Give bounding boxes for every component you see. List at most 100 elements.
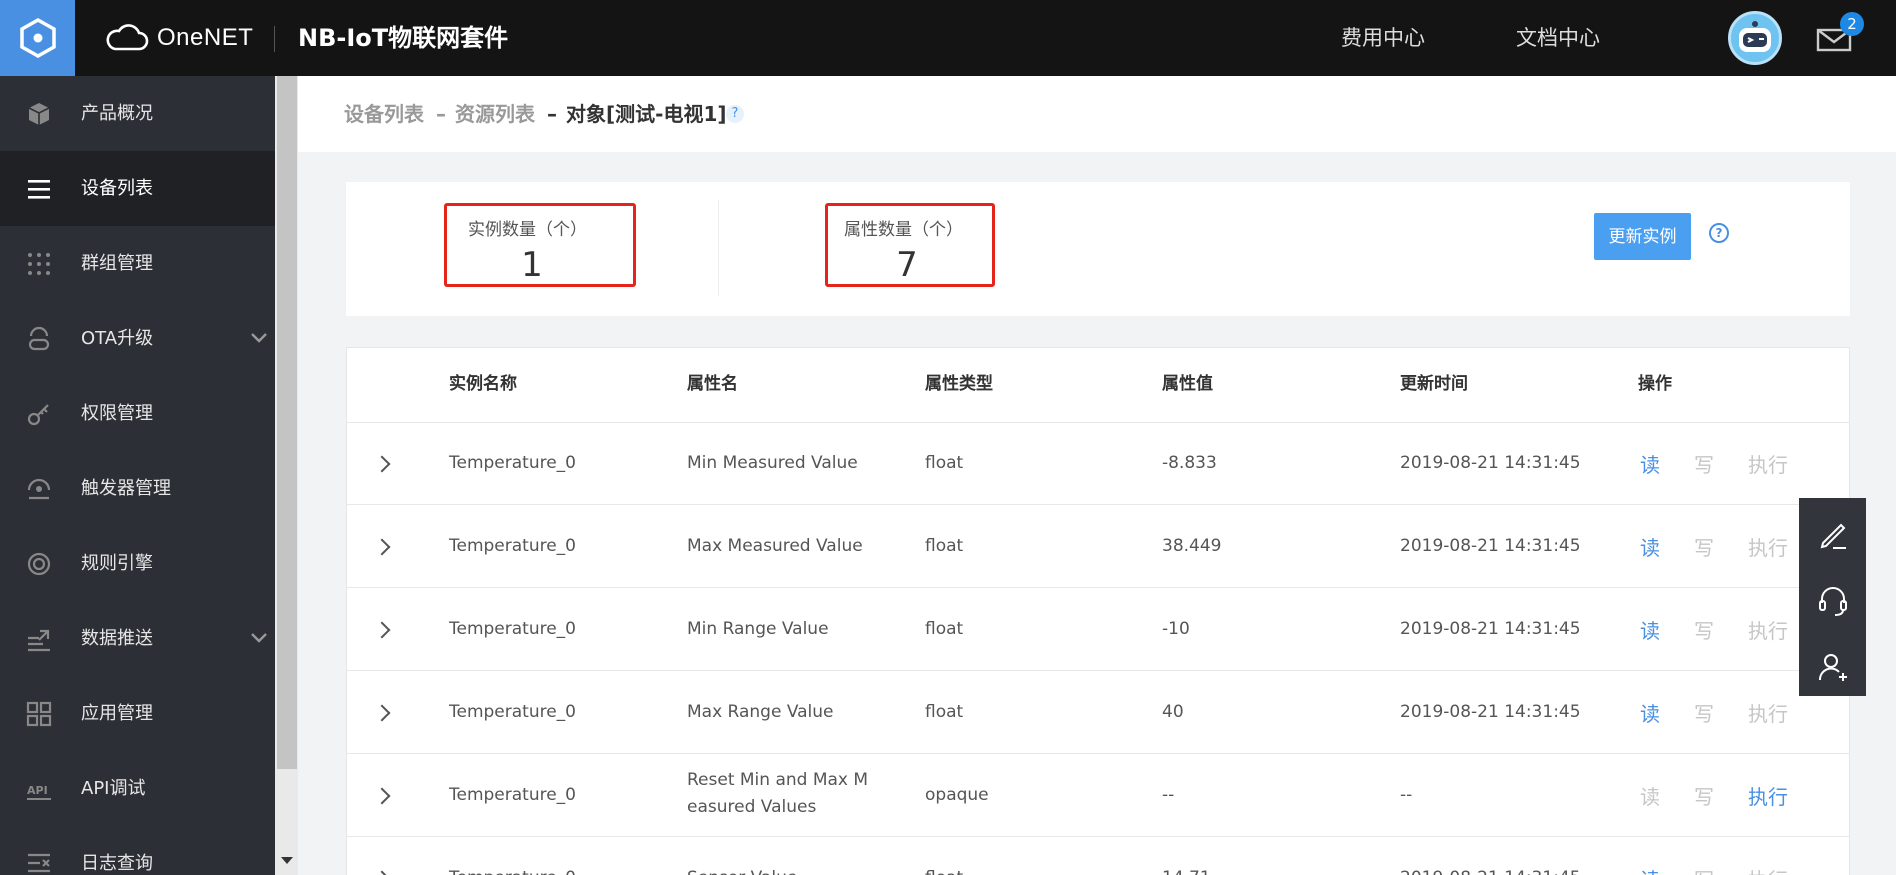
- read-action[interactable]: 读: [1640, 867, 1660, 875]
- api-icon: API: [27, 784, 51, 800]
- write-action: 写: [1694, 619, 1714, 643]
- mail-count-badge: 2: [1840, 12, 1864, 36]
- headset-icon: [1818, 587, 1847, 616]
- breadcrumb-resource-list[interactable]: 资源列表: [455, 101, 535, 127]
- cell-update-time: 2019-08-21 14:31:45: [1400, 619, 1581, 639]
- sidebar-item-group-management[interactable]: 群组管理: [0, 226, 275, 301]
- chevron-down-icon: [251, 333, 267, 343]
- grid-dots-icon: [28, 253, 50, 275]
- attribute-count-value: 7: [896, 245, 918, 285]
- read-action[interactable]: 读: [1640, 535, 1660, 561]
- home-logo-button[interactable]: [0, 0, 75, 76]
- sidebar-item-api-debug[interactable]: API API调试: [0, 751, 275, 826]
- robot-avatar-icon: [1739, 21, 1771, 52]
- chevron-down-icon: [251, 633, 267, 643]
- write-action: 写: [1694, 702, 1714, 726]
- summary-divider: [718, 200, 719, 296]
- write-action: 写: [1694, 536, 1714, 560]
- execute-action[interactable]: 执行: [1748, 784, 1788, 810]
- cell-attribute-type: float: [925, 453, 964, 473]
- add-user-icon: [1818, 654, 1847, 681]
- cell-instance-name: Temperature_0: [449, 453, 577, 473]
- rule-engine-icon: [27, 552, 51, 576]
- cell-attribute-name: Max Range Value: [687, 702, 834, 722]
- svg-text:API: API: [27, 784, 48, 797]
- onenet-brand[interactable]: OneNET: [105, 22, 253, 54]
- cell-attribute-type: float: [925, 867, 963, 875]
- row-divider: [347, 587, 1849, 588]
- execute-action: 执行: [1748, 619, 1788, 643]
- read-action[interactable]: 读: [1640, 618, 1660, 644]
- row-divider: [347, 504, 1849, 505]
- cell-attribute-value: -8.833: [1162, 453, 1217, 473]
- cube-icon: [28, 103, 50, 125]
- top-bar: [0, 0, 1896, 76]
- column-header-operations: 操作: [1638, 374, 1672, 394]
- sidebar-item-rule-engine[interactable]: 规则引擎: [0, 526, 275, 601]
- execute-action: 执行: [1748, 453, 1788, 477]
- read-action[interactable]: 读: [1640, 701, 1660, 727]
- read-action: 读: [1640, 785, 1660, 809]
- update-help-icon[interactable]: ?: [1709, 223, 1729, 243]
- cloud-logo-icon: [106, 24, 149, 51]
- hexagon-logo-icon: [19, 17, 56, 59]
- add-user-button[interactable]: [1799, 634, 1866, 700]
- cell-attribute-value: --: [1162, 785, 1175, 805]
- feedback-edit-button[interactable]: [1799, 502, 1866, 568]
- sidebar-item-data-push[interactable]: 数据推送: [0, 601, 275, 676]
- sidebar-item-label: 触发器管理: [81, 478, 171, 499]
- breadcrumb-device-list[interactable]: 设备列表: [344, 101, 424, 127]
- user-avatar[interactable]: [1728, 11, 1782, 65]
- execute-action: 执行: [1748, 702, 1788, 726]
- sidebar-item-label: 日志查询: [81, 853, 153, 874]
- ota-icon: [28, 326, 50, 351]
- cell-attribute-name: Sensor Value: [687, 867, 797, 875]
- cell-attribute-name-line1: Reset Min and Max M: [687, 770, 869, 790]
- sidebar-item-label: API调试: [81, 778, 146, 799]
- trigger-icon: [27, 478, 51, 500]
- cell-attribute-value: 14.71: [1162, 867, 1211, 875]
- sidebar-scroll-thumb[interactable]: [277, 76, 297, 769]
- nav-docs-center[interactable]: 文档中心: [1516, 24, 1600, 52]
- sidebar-item-label: 群组管理: [81, 253, 153, 274]
- cell-instance-name: Temperature_0: [449, 702, 577, 722]
- cell-update-time: 2019-08-21 14:31:45: [1400, 867, 1581, 875]
- sidebar-item-product-overview[interactable]: 产品概况: [0, 76, 275, 151]
- cell-attribute-value: -10: [1162, 619, 1190, 639]
- breadcrumb-help-icon[interactable]: ?: [726, 105, 744, 123]
- sidebar-item-trigger-management[interactable]: 触发器管理: [0, 451, 275, 526]
- column-header-attribute-type: 属性类型: [925, 374, 993, 394]
- column-header-attribute-value: 属性值: [1162, 374, 1213, 394]
- update-instance-button[interactable]: 更新实例: [1594, 213, 1691, 260]
- cell-attribute-name: Min Range Value: [687, 619, 829, 639]
- breadcrumb-separator: –: [547, 102, 557, 126]
- sidebar-item-label: 设备列表: [81, 178, 153, 199]
- attribute-count-label: 属性数量（个）: [844, 220, 963, 240]
- brand-divider: [274, 26, 275, 52]
- read-action[interactable]: 读: [1640, 452, 1660, 478]
- cell-instance-name: Temperature_0: [449, 867, 576, 875]
- column-header-attribute-name: 属性名: [687, 374, 738, 394]
- sidebar-item-permission-management[interactable]: 权限管理: [0, 376, 275, 451]
- cell-update-time: --: [1400, 785, 1413, 805]
- nav-billing-center[interactable]: 费用中心: [1341, 24, 1425, 52]
- app-grid-icon: [26, 701, 52, 727]
- sidebar-item-ota-upgrade[interactable]: OTA升级: [0, 301, 275, 376]
- column-header-update-time: 更新时间: [1400, 374, 1468, 394]
- write-action: 写: [1694, 867, 1714, 875]
- scroll-down-arrow-icon[interactable]: [281, 857, 293, 864]
- cell-attribute-value: 38.449: [1162, 536, 1222, 556]
- sidebar-item-label: 权限管理: [81, 403, 153, 424]
- breadcrumb-separator: –: [436, 102, 446, 126]
- row-divider: [347, 836, 1849, 837]
- cell-instance-name: Temperature_0: [449, 785, 577, 805]
- cell-update-time: 2019-08-21 14:31:45: [1400, 453, 1581, 473]
- customer-service-button[interactable]: [1799, 568, 1866, 634]
- sidebar-item-device-list[interactable]: 设备列表: [0, 151, 275, 226]
- sidebar-item-log-query[interactable]: 日志查询: [0, 826, 275, 875]
- key-icon: [27, 404, 49, 426]
- cell-attribute-type: float: [925, 619, 964, 639]
- cell-instance-name: Temperature_0: [449, 619, 577, 639]
- sidebar-item-label: 产品概况: [81, 103, 153, 124]
- sidebar-item-app-management[interactable]: 应用管理: [0, 676, 275, 751]
